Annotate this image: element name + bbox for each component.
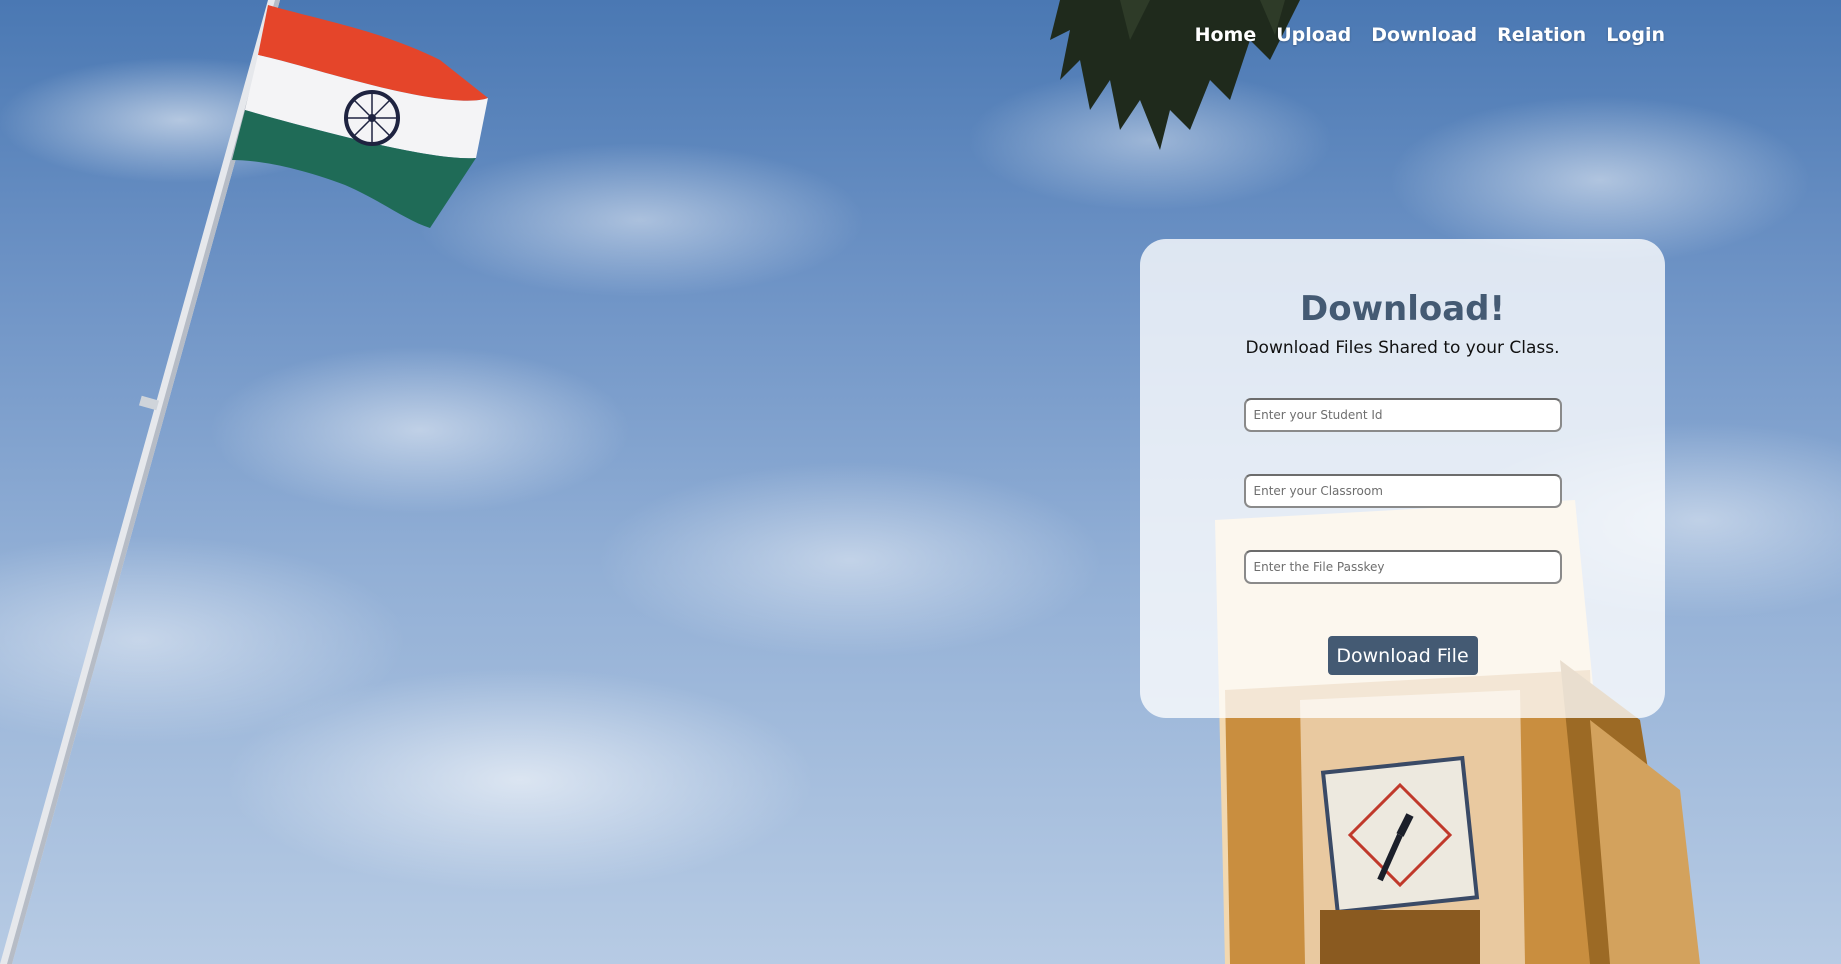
indian-flag (232, 5, 488, 228)
palm-tree-fronds (1050, 0, 1300, 150)
page: Home Upload Download Relation Login Down… (0, 0, 1841, 964)
nav-link-relation[interactable]: Relation (1497, 24, 1586, 46)
nav-link-login[interactable]: Login (1606, 24, 1665, 46)
download-file-button[interactable]: Download File (1327, 636, 1478, 675)
top-navigation: Home Upload Download Relation Login (1195, 24, 1665, 46)
download-form-card: Download! Download Files Shared to your … (1140, 239, 1665, 718)
form-title: Download! (1300, 289, 1505, 329)
nav-link-upload[interactable]: Upload (1276, 24, 1351, 46)
file-passkey-input[interactable] (1243, 550, 1562, 584)
classroom-input[interactable] (1243, 474, 1562, 508)
nav-link-download[interactable]: Download (1371, 24, 1477, 46)
student-id-input[interactable] (1243, 398, 1562, 432)
nav-link-home[interactable]: Home (1195, 24, 1257, 46)
form-subtitle: Download Files Shared to your Class. (1245, 338, 1560, 358)
